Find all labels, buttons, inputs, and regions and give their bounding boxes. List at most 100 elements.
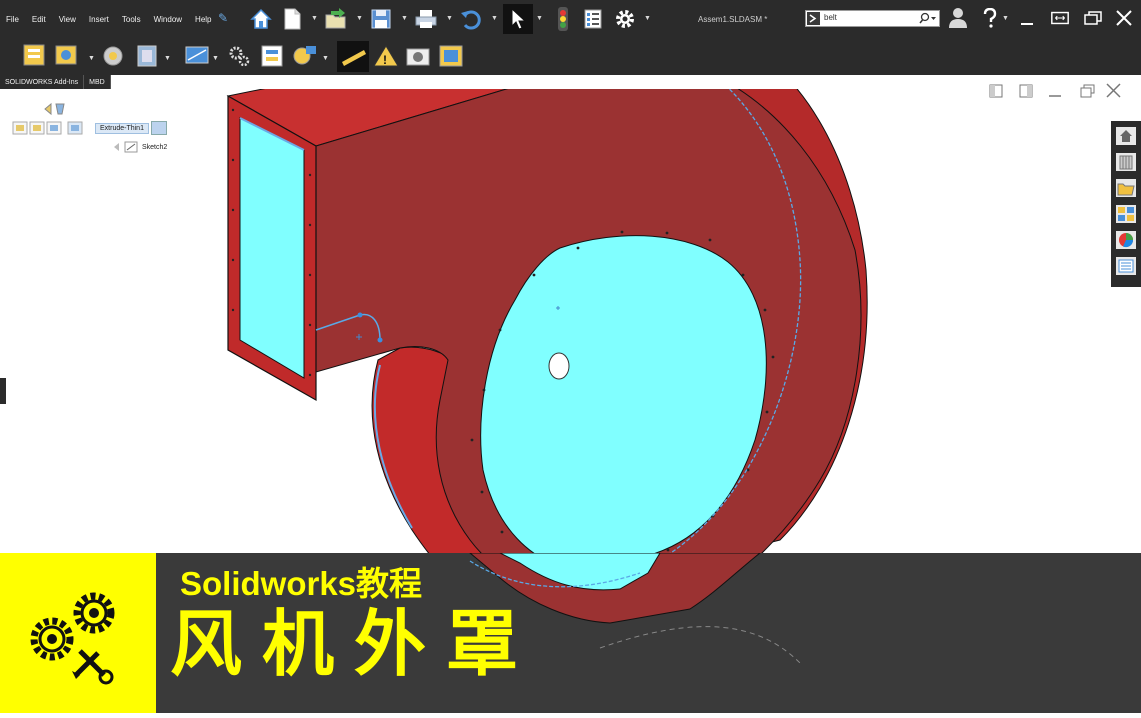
blower-housing-model[interactable]	[0, 89, 1141, 553]
file-properties-button[interactable]	[580, 6, 606, 32]
minimize-button[interactable]	[1017, 8, 1037, 28]
toolbar-tool-icon[interactable]	[261, 45, 283, 67]
toolbar-tool-icon[interactable]	[23, 44, 45, 66]
select-dropdown-caret[interactable]: ▼	[536, 15, 543, 22]
open-icon	[325, 8, 346, 29]
help-button[interactable]	[980, 8, 1000, 28]
close-button[interactable]	[1114, 8, 1134, 28]
toolbar-tool-icon[interactable]	[229, 46, 250, 67]
inlet-hub	[548, 352, 570, 380]
new-document-icon	[284, 8, 301, 30]
home-icon	[1116, 127, 1136, 145]
menu-insert[interactable]: Insert	[89, 15, 109, 24]
tile-windows-icon	[1084, 11, 1102, 25]
svg-text:▼: ▼	[212, 55, 219, 62]
undo-button[interactable]	[458, 6, 484, 32]
restore-window-icon	[1051, 11, 1069, 25]
banner-subtitle: Solidworks教程	[180, 565, 423, 602]
design-library-icon	[1116, 153, 1136, 171]
tree-row-sketch[interactable]: Sketch2	[113, 141, 167, 153]
print-dropdown-caret[interactable]: ▼	[446, 15, 453, 22]
menu-view[interactable]: View	[59, 15, 76, 24]
print-icon	[415, 10, 437, 28]
tab-mbd[interactable]: MBD	[84, 75, 111, 89]
taskpane-design-library-button[interactable]	[1114, 151, 1138, 173]
undo-dropdown-caret[interactable]: ▼	[491, 15, 498, 22]
toolbar-tool-icon[interactable]: !	[373, 45, 399, 67]
toolbar-tool-icon[interactable]	[137, 45, 157, 67]
custom-properties-icon	[1116, 257, 1136, 275]
svg-text:▼: ▼	[164, 55, 171, 62]
options-dropdown-caret[interactable]: ▼	[644, 15, 651, 22]
duct-outlet-opening	[239, 117, 305, 379]
user-button[interactable]	[948, 8, 968, 28]
open-button[interactable]	[323, 6, 349, 32]
pin-icon[interactable]: ✎	[218, 11, 228, 25]
view-palette-icon	[1116, 205, 1136, 223]
command-manager-toolbar: ▼ ▼ ▼ ▼ !	[0, 38, 1141, 75]
save-icon	[371, 9, 391, 29]
svg-text:!: !	[383, 53, 387, 67]
home-button[interactable]	[248, 6, 274, 32]
taskpane-home-button[interactable]	[1114, 125, 1138, 147]
search-box[interactable]: belt	[805, 10, 940, 27]
menu-items: File Edit View Insert Tools Window Help	[6, 0, 212, 38]
menu-edit[interactable]: Edit	[32, 15, 46, 24]
minimize-icon	[1021, 23, 1033, 25]
new-dropdown-caret[interactable]: ▼	[311, 15, 318, 22]
camera-icon[interactable]	[406, 48, 430, 66]
save-dropdown-caret[interactable]: ▼	[401, 15, 408, 22]
gear-icon	[616, 10, 634, 28]
panel-collapse-handle[interactable]	[0, 378, 6, 404]
search-input[interactable]: belt	[824, 13, 837, 22]
select-button[interactable]	[503, 4, 533, 34]
menu-file[interactable]: File	[6, 15, 19, 24]
tree-row-extrude[interactable]: Extrude-Thin1	[12, 121, 167, 135]
document-title: Assem1.SLDASM *	[698, 15, 768, 24]
tab-solidworks-add-ins[interactable]: SOLIDWORKS Add-Ins	[0, 75, 85, 89]
folder-icon	[1116, 179, 1136, 197]
tree-root-icons[interactable]	[40, 99, 70, 119]
traffic-light-icon	[558, 7, 568, 31]
toolbar-tool-icon[interactable]	[439, 45, 463, 67]
tutorial-logo	[0, 553, 156, 713]
help-dropdown-caret[interactable]: ▼	[1002, 15, 1009, 22]
undo-icon	[461, 10, 481, 30]
user-icon	[949, 8, 967, 28]
feature-rollback-icon[interactable]	[150, 121, 167, 135]
sketch-label[interactable]: Sketch2	[142, 144, 167, 151]
search-icon[interactable]	[919, 12, 937, 30]
search-commands-icon[interactable]	[807, 12, 820, 25]
command-manager-tabs: SOLIDWORKS Add-Ins MBD	[0, 75, 126, 89]
tree-breadcrumb-icons	[12, 121, 83, 135]
menu-window[interactable]: Window	[154, 15, 182, 24]
restore-button[interactable]	[1050, 8, 1070, 28]
graphics-area[interactable]: Extrude-Thin1 Sketch2	[0, 83, 1141, 553]
toolbar-tool-icon[interactable]	[55, 45, 77, 65]
save-button[interactable]	[368, 6, 394, 32]
options-button[interactable]	[612, 6, 638, 32]
rebuild-button[interactable]	[550, 6, 576, 32]
command-manager-icons: ▼ ▼ ▼ ▼ !	[23, 41, 463, 72]
gears-wrench-icon	[30, 592, 115, 685]
svg-text:▼: ▼	[88, 55, 95, 62]
menu-bar: File Edit View Insert Tools Window Help …	[0, 0, 1141, 38]
taskpane-view-palette-button[interactable]	[1114, 203, 1138, 225]
file-properties-icon	[584, 9, 602, 29]
print-button[interactable]	[413, 6, 439, 32]
open-dropdown-caret[interactable]: ▼	[356, 15, 363, 22]
close-icon	[1116, 10, 1132, 26]
taskpane-appearances-button[interactable]	[1114, 229, 1138, 251]
select-cursor-icon	[511, 7, 527, 30]
viewport-window-controls[interactable]	[985, 81, 1125, 101]
menu-help[interactable]: Help	[195, 15, 211, 24]
taskpane-custom-properties-button[interactable]	[1114, 255, 1138, 277]
menu-tools[interactable]: Tools	[122, 15, 141, 24]
tile-windows-button[interactable]	[1083, 8, 1103, 28]
taskpane-file-explorer-button[interactable]	[1114, 177, 1138, 199]
new-button[interactable]	[279, 6, 305, 32]
toolbar-tool-icon[interactable]	[103, 46, 123, 66]
toolbar-tool-icon[interactable]	[293, 46, 316, 65]
toolbar-tool-icon[interactable]	[185, 46, 209, 64]
feature-label[interactable]: Extrude-Thin1	[95, 122, 149, 134]
